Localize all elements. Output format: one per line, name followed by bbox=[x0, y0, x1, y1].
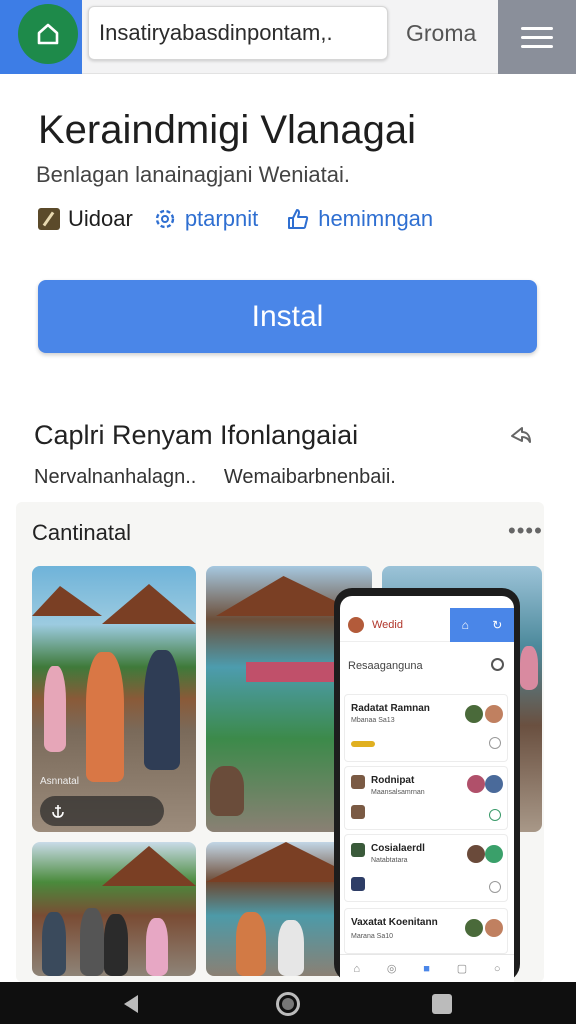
browser-toolbar: Insatiryabasdinpontam,. Groma bbox=[0, 0, 576, 74]
circle-icon[interactable] bbox=[489, 737, 501, 749]
thumbs-up-icon bbox=[288, 209, 309, 229]
photo-caption: Asnnatal bbox=[40, 776, 79, 787]
more-options-button[interactable]: •••• bbox=[508, 518, 543, 544]
rating-badge bbox=[351, 741, 375, 747]
thumbnail bbox=[351, 877, 365, 891]
phone-bottom-nav: ⌂ ◎ ■ ▢ ○ bbox=[340, 954, 514, 982]
thumbnail bbox=[351, 805, 365, 819]
install-button[interactable]: Instal bbox=[38, 280, 537, 353]
meta-developer[interactable]: Uidoar bbox=[38, 206, 133, 232]
list-item[interactable]: Rodnipat Maansalsamrnan bbox=[344, 766, 508, 830]
list-item[interactable]: Radatat Ramnan Mbanaa Sa13 bbox=[344, 694, 508, 762]
avatar bbox=[485, 845, 503, 863]
meta-rating[interactable]: hemimngan bbox=[286, 206, 433, 232]
library-icon[interactable]: ▢ bbox=[457, 962, 467, 975]
menu-button[interactable] bbox=[498, 0, 576, 74]
anchor-icon bbox=[52, 805, 64, 818]
app-title: Keraindmigi Vlanagai bbox=[38, 108, 417, 152]
list-item[interactable]: Vaxatat Koenitann Marana Sa10 bbox=[344, 908, 508, 954]
refresh-icon[interactable]: ↻ bbox=[492, 618, 502, 632]
edit-icon bbox=[38, 208, 60, 230]
home-icon bbox=[37, 23, 59, 45]
phone-mockup: Wedid ⌂ ↻ Resaaganguna Radatat Ramnan Mba… bbox=[334, 588, 520, 982]
thumbnail bbox=[351, 775, 365, 789]
list-item[interactable]: Cosialaerdl Natabtatara bbox=[344, 834, 508, 902]
url-text: Insatiryabasdinpontam,. bbox=[99, 20, 333, 45]
gallery-title: Cantinatal bbox=[32, 520, 132, 545]
avatar bbox=[465, 919, 483, 937]
home-button[interactable] bbox=[18, 4, 78, 64]
section-subtitle: Nervalnanhalagn.. Wemaibarbnenbaii. bbox=[34, 466, 396, 488]
gallery-photo[interactable] bbox=[32, 566, 196, 832]
circle-icon[interactable] bbox=[489, 881, 501, 893]
phone-header: Wedid ⌂ ↻ bbox=[340, 608, 514, 642]
phone-search[interactable]: Resaaganguna bbox=[348, 658, 508, 672]
tab-label[interactable]: Groma bbox=[406, 20, 476, 47]
avatar bbox=[485, 919, 503, 937]
app-meta-row: Uidoar ptarpnit hemimngan bbox=[38, 206, 433, 232]
avatar bbox=[467, 845, 485, 863]
url-bar[interactable]: Insatiryabasdinpontam,. bbox=[88, 6, 388, 60]
menu-icon bbox=[521, 26, 553, 30]
home-icon[interactable]: ⌂ bbox=[462, 618, 469, 632]
thumbnail bbox=[351, 843, 365, 857]
circle-icon[interactable] bbox=[489, 809, 501, 821]
avatar bbox=[485, 775, 503, 793]
apps-icon[interactable]: ■ bbox=[423, 963, 430, 975]
avatar bbox=[348, 616, 364, 633]
settings-icon[interactable]: ○ bbox=[494, 963, 501, 975]
meta-settings[interactable]: ptarpnit bbox=[153, 206, 258, 232]
back-icon[interactable] bbox=[124, 995, 138, 1013]
avatar bbox=[485, 705, 503, 723]
home-nav-icon[interactable] bbox=[276, 992, 300, 1016]
recent-apps-icon[interactable] bbox=[432, 994, 452, 1014]
section-title: Caplri Renyam Ifonlangaiai bbox=[34, 420, 359, 450]
home-icon[interactable]: ⌂ bbox=[353, 963, 360, 975]
compass-icon[interactable]: ◎ bbox=[387, 962, 397, 975]
gear-icon bbox=[155, 209, 175, 229]
avatar bbox=[467, 775, 485, 793]
anchor-pill[interactable] bbox=[40, 796, 164, 826]
phone-header-actions[interactable]: ⌂ ↻ bbox=[450, 608, 514, 642]
avatar bbox=[465, 705, 483, 723]
gallery-photo[interactable] bbox=[32, 842, 196, 976]
app-subtitle: Benlagan lanainagjani Weniatai. bbox=[36, 162, 350, 187]
search-icon bbox=[491, 658, 504, 671]
phone-screen: Wedid ⌂ ↻ Resaaganguna Radatat Ramnan Mba… bbox=[340, 596, 514, 982]
share-icon[interactable] bbox=[508, 422, 534, 448]
